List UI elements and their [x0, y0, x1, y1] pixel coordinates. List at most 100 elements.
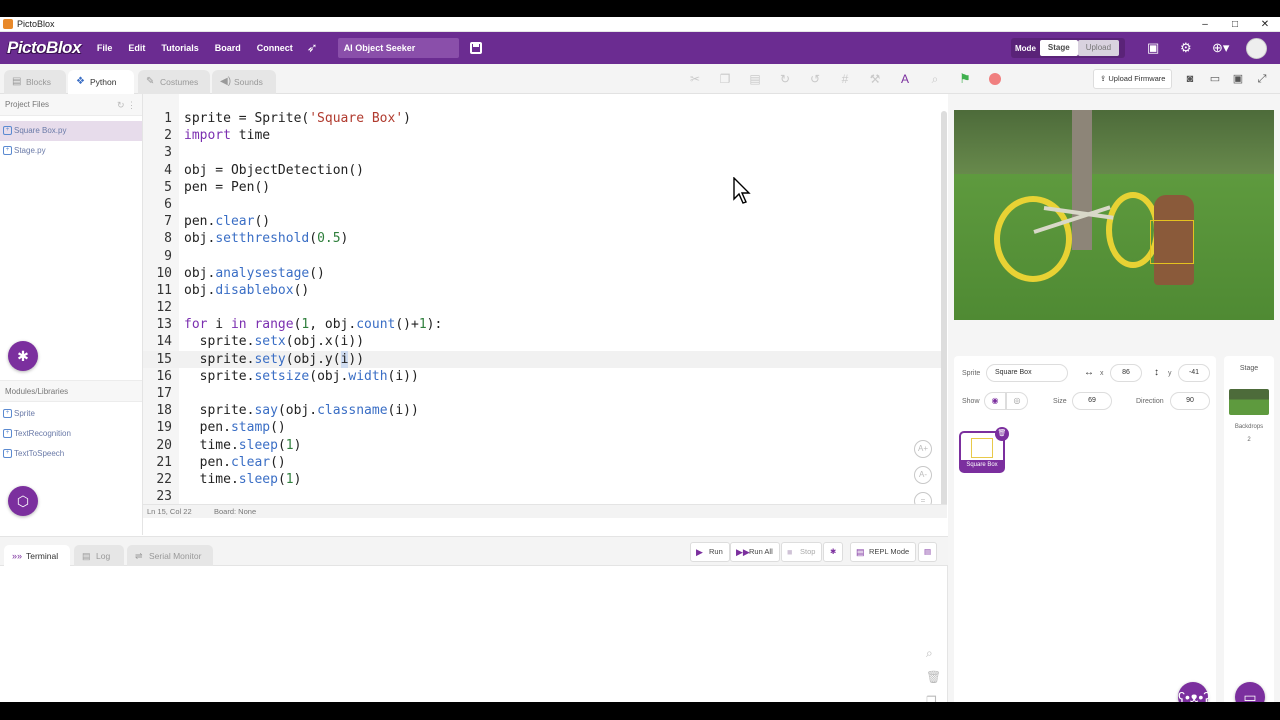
comment-icon[interactable]: # — [830, 72, 860, 86]
file-square-box[interactable]: + Square Box.py — [0, 121, 142, 141]
code-line[interactable]: 22 time.sleep(1) — [143, 471, 943, 488]
run-button[interactable]: ▶ Run — [690, 542, 730, 562]
chat-icon[interactable]: ▣ — [1147, 40, 1159, 56]
debug-button[interactable]: ✱ — [823, 542, 844, 562]
tab-terminal[interactable]: »» Terminal — [4, 545, 70, 567]
module-texttospeech[interactable]: + TextToSpeech — [0, 444, 142, 464]
module-textrecognition[interactable]: + TextRecognition — [0, 424, 142, 444]
menu-board[interactable]: Board — [215, 43, 241, 53]
code-line[interactable]: 14 sprite.setx(obj.x(i)) — [143, 333, 943, 350]
sprite-name-input[interactable]: Square Box — [986, 364, 1068, 382]
menu-edit[interactable]: Edit — [128, 43, 145, 53]
tab-costumes[interactable]: ✎ Costumes — [138, 70, 210, 94]
mode-stage-button[interactable]: Stage — [1039, 40, 1078, 56]
code-line[interactable]: 9 — [143, 248, 943, 265]
paste-icon[interactable]: ▤ — [740, 72, 770, 86]
repl-mode-button[interactable]: ▤ REPL Mode — [850, 542, 917, 562]
menu-tutorials[interactable]: Tutorials — [161, 43, 198, 53]
fullscreen-icon[interactable]: ⤢ — [1254, 71, 1270, 87]
hide-eye-icon[interactable]: ◎ — [1006, 392, 1028, 410]
code-line[interactable]: 23 — [143, 488, 943, 504]
trash-icon[interactable]: 🗑 — [926, 670, 941, 684]
save-icon[interactable] — [469, 42, 482, 54]
tab-log[interactable]: ▤ Log — [74, 545, 124, 567]
refresh-more-icons[interactable]: ↻ ⋮ — [117, 94, 136, 116]
stage-selector[interactable]: Stage Backdrops 2 — [1224, 356, 1274, 702]
code-line[interactable]: 11 obj.disablebox() — [143, 282, 943, 299]
code-line[interactable]: 13 for i in range(1, obj.count()+1): — [143, 316, 943, 333]
code-line[interactable]: 3 — [143, 144, 943, 161]
font-size-icon[interactable]: A — [890, 72, 920, 86]
redo-icon[interactable]: ↻ — [770, 72, 800, 86]
library-fab-icon[interactable]: ⬡ — [8, 486, 38, 516]
show-eye-icon[interactable]: ◉ — [984, 392, 1006, 410]
code-line[interactable]: 19 pen.stamp() — [143, 419, 943, 436]
x-input[interactable]: 86 — [1110, 364, 1142, 382]
code-line[interactable]: 10 obj.analysestage() — [143, 265, 943, 282]
globe-icon[interactable]: ⊕▾ — [1212, 40, 1229, 56]
code-line[interactable]: 21 pen.clear() — [143, 454, 943, 471]
module-sprite[interactable]: + Sprite — [0, 404, 142, 424]
trash-icon[interactable]: 🗑 — [995, 427, 1009, 441]
search-icon[interactable]: ⌕ — [920, 72, 950, 87]
tab-serial-monitor[interactable]: ⇌ Serial Monitor — [127, 545, 213, 567]
code-line[interactable]: 8 obj.setthreshold(0.5) — [143, 230, 943, 247]
code-line[interactable]: 4 obj = ObjectDetection() — [143, 162, 943, 179]
terminal-output[interactable]: ⌕ 🗑 ❐ — [0, 566, 948, 702]
tab-python[interactable]: ❖ Python — [68, 70, 134, 94]
magic-wand-icon[interactable]: ⚒ — [860, 72, 890, 86]
sprite-thumbnail[interactable]: Square Box 🗑 — [959, 427, 1009, 473]
code-line[interactable]: 15 sprite.sety(obj.y(i)) — [143, 350, 943, 368]
code-line[interactable]: 6 — [143, 196, 943, 213]
layout-large-icon[interactable]: ▣ — [1230, 71, 1246, 87]
zoom-reset-icon[interactable]: = — [914, 492, 932, 504]
code-line[interactable]: 12 — [143, 299, 943, 316]
upload-firmware-button[interactable]: ⇪ Upload Firmware — [1093, 69, 1173, 89]
zoom-in-icon[interactable]: A+ — [914, 440, 932, 458]
cut-icon[interactable]: ✂ — [680, 72, 710, 86]
extension-fab-icon[interactable]: ✱ — [8, 341, 38, 371]
code-line[interactable]: 2 import time — [143, 127, 943, 144]
stage-area[interactable] — [954, 110, 1274, 320]
direction-input[interactable]: 90 — [1170, 392, 1210, 410]
gear-icon[interactable]: ⚙ — [1180, 40, 1192, 56]
menu-connect[interactable]: Connect — [257, 43, 293, 53]
copy-icon[interactable]: ❐ — [926, 694, 937, 702]
code-line[interactable]: 20 time.sleep(1) — [143, 437, 943, 454]
code-line[interactable]: 7 pen.clear() — [143, 213, 943, 230]
code-lines[interactable]: 1 sprite = Sprite('Square Box') 2 import ti… — [143, 110, 943, 504]
undo-icon[interactable]: ↺ — [800, 72, 830, 86]
stage-thumbnail[interactable] — [1229, 389, 1269, 415]
mode-upload-button[interactable]: Upload — [1077, 40, 1120, 56]
layout-small-icon[interactable]: ▭ — [1207, 71, 1223, 87]
green-flag-icon[interactable]: ⚑ — [950, 71, 980, 87]
copy-icon[interactable]: ❐ — [710, 72, 740, 86]
module-name: TextToSpeech — [14, 449, 65, 458]
menu-file[interactable]: File — [97, 43, 113, 53]
y-input[interactable]: -41 — [1178, 364, 1210, 382]
rocket-icon[interactable]: ➶ — [307, 40, 318, 56]
run-all-button[interactable]: ▶▶ Run All — [730, 542, 780, 562]
search-icon[interactable]: ⌕ — [926, 646, 933, 661]
code-line[interactable]: 1 sprite = Sprite('Square Box') — [143, 110, 943, 127]
maximize-icon[interactable]: □ — [1220, 17, 1250, 32]
size-input[interactable]: 69 — [1072, 392, 1112, 410]
project-name-input[interactable]: AI Object Seeker — [337, 38, 459, 58]
code-line[interactable]: 18 sprite.say(obj.classname(i)) — [143, 402, 943, 419]
tab-blocks[interactable]: ▤ Blocks — [4, 70, 66, 94]
stop-button[interactable]: ■ Stop — [781, 542, 823, 562]
code-line[interactable]: 16 sprite.setsize(obj.width(i)) — [143, 368, 943, 385]
code-editor[interactable]: 1 sprite = Sprite('Square Box') 2 import ti… — [143, 94, 947, 504]
file-stage[interactable]: + Stage.py — [0, 141, 142, 161]
zoom-out-icon[interactable]: A- — [914, 466, 932, 484]
editor-scrollbar[interactable] — [941, 111, 947, 513]
close-icon[interactable]: ✕ — [1250, 17, 1280, 32]
terminal-layout-button[interactable]: ▤ — [918, 542, 938, 562]
code-line[interactable]: 5 pen = Pen() — [143, 179, 943, 196]
camera-icon[interactable]: ◙ — [1182, 71, 1198, 87]
avatar[interactable] — [1246, 38, 1267, 59]
minimize-icon[interactable]: – — [1190, 17, 1220, 32]
tab-sounds[interactable]: ◀) Sounds — [212, 70, 276, 94]
code-line[interactable]: 17 — [143, 385, 943, 402]
stop-icon[interactable] — [989, 73, 1001, 85]
